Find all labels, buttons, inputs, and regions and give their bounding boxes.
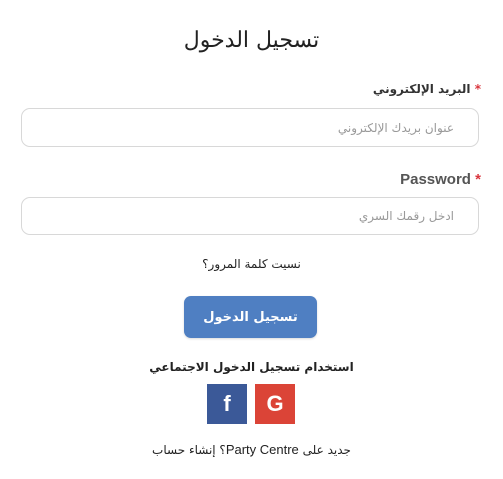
social-login-heading: استخدام تسجيل الدخول الاجتماعي (149, 360, 354, 374)
password-field[interactable] (22, 198, 478, 234)
email-label-text: البريد الإلكتروني (372, 82, 471, 96)
password-label: Password * (400, 171, 481, 188)
required-mark: * (474, 82, 481, 96)
brand-name: Party Centre (225, 442, 299, 457)
create-account-link[interactable]: ؟ إنشاء حساب (152, 443, 226, 457)
password-label-text: Password (400, 171, 471, 188)
required-mark: * (475, 171, 481, 188)
login-button[interactable]: تسجيل الدخول (184, 296, 317, 338)
google-icon: G (266, 391, 284, 416)
email-field[interactable] (22, 109, 478, 146)
email-field-wrapper (21, 108, 479, 147)
email-label: * البريد الإلكتروني (373, 82, 481, 96)
facebook-icon: f (223, 391, 231, 416)
google-login-button[interactable]: G (255, 384, 295, 424)
page-title: تسجيل الدخول (183, 28, 320, 53)
password-field-wrapper (21, 197, 479, 235)
signup-line: جديد على Party Centre؟ إنشاء حساب (0, 442, 503, 457)
signup-prefix: جديد على (302, 443, 351, 457)
forgot-password-link[interactable]: نسيت كلمة المرور؟ (0, 257, 503, 271)
facebook-login-button[interactable]: f (207, 384, 247, 424)
